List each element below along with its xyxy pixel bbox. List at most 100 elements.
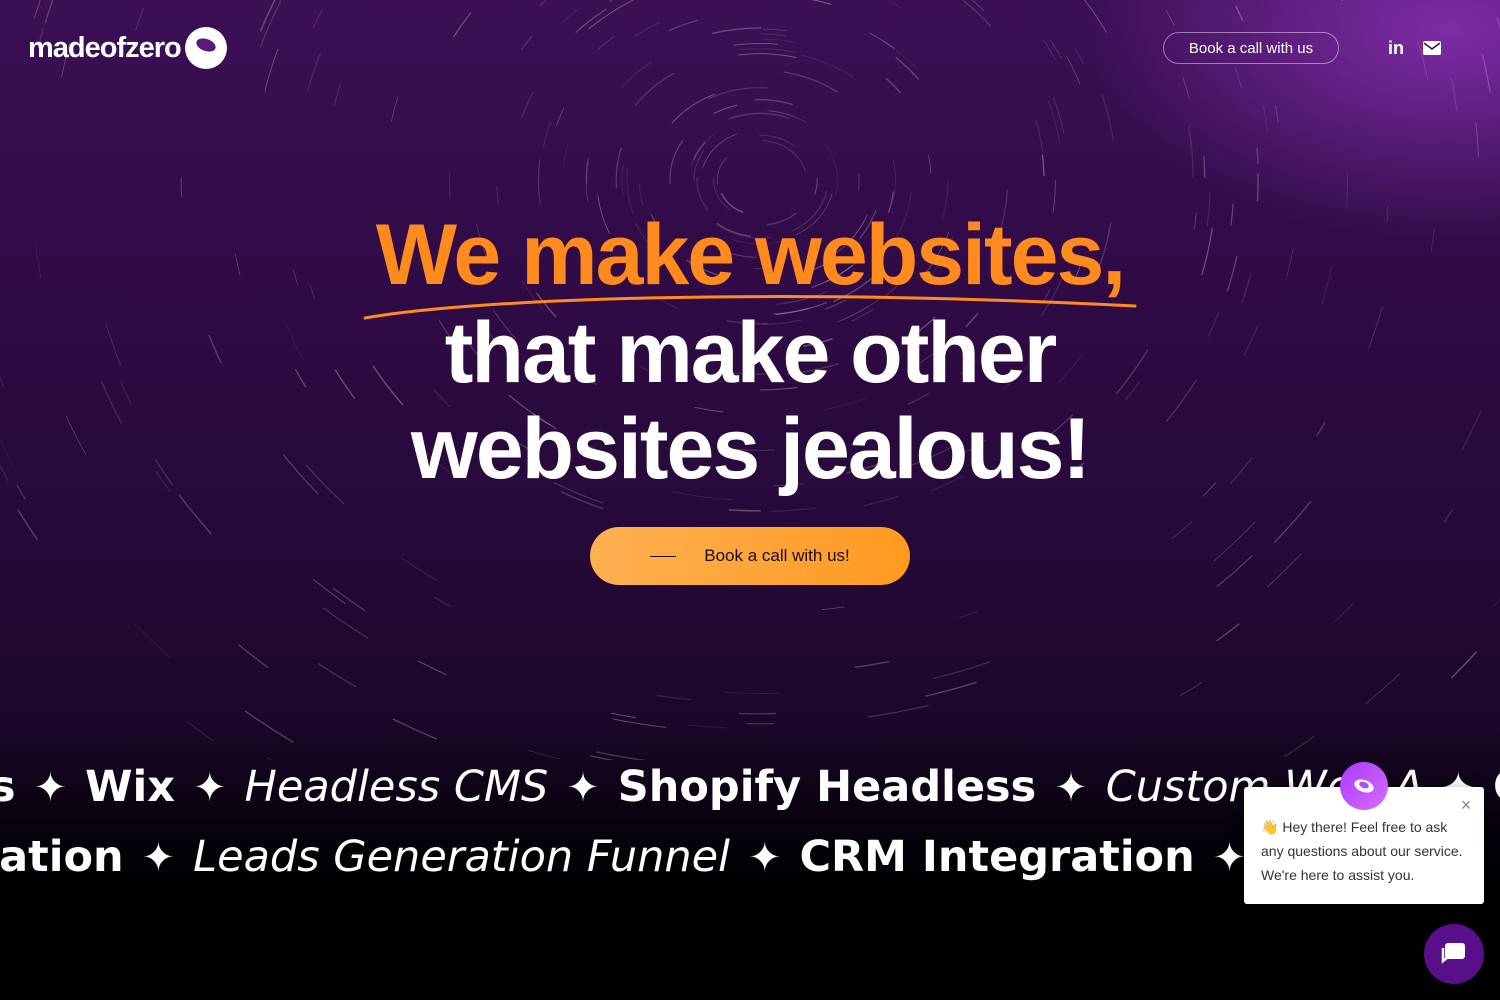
star-trail xyxy=(713,104,738,114)
star-trail xyxy=(895,56,920,80)
star-trail xyxy=(1042,39,1056,60)
star-trail xyxy=(1180,682,1202,696)
star-trail xyxy=(333,587,366,612)
marquee-item: s xyxy=(0,762,16,812)
star-trail xyxy=(814,178,818,195)
star-trail xyxy=(1074,47,1084,64)
star-trail xyxy=(537,159,541,205)
star-trail xyxy=(1365,673,1401,705)
star-trail xyxy=(1283,735,1316,758)
chat-launcher-button[interactable] xyxy=(1424,924,1484,984)
star-trail xyxy=(761,38,796,43)
marquee-item: Wix xyxy=(85,762,176,812)
star-trail xyxy=(771,507,817,512)
star-trail xyxy=(17,509,38,541)
star-trail xyxy=(612,718,667,729)
marquee-item: Cu xyxy=(1493,762,1500,812)
star-trail xyxy=(925,681,977,697)
header-book-call-button[interactable]: Book a call with us xyxy=(1163,32,1339,64)
star-trail xyxy=(520,36,533,50)
star-trail xyxy=(1443,508,1454,523)
star-trail xyxy=(1041,154,1045,176)
star-trail xyxy=(555,107,565,126)
star-trail xyxy=(178,493,212,535)
star-trail xyxy=(520,91,534,119)
star-trail xyxy=(597,35,615,51)
logo-text: madeofzero xyxy=(28,31,182,64)
star-trail xyxy=(264,48,279,92)
star-trail xyxy=(1047,100,1061,144)
chat-icon xyxy=(1441,943,1465,964)
star-trail xyxy=(863,495,899,507)
marquee-item: CRM Integration xyxy=(799,832,1195,882)
star-trail xyxy=(886,0,902,9)
star-trail xyxy=(496,186,499,204)
star-trail xyxy=(259,0,276,32)
star-trail xyxy=(708,87,769,100)
hero-cta-label: Book a call with us! xyxy=(704,546,850,565)
sparkle-separator-icon: ✦ xyxy=(33,765,68,811)
star-trail xyxy=(1493,597,1500,607)
star-trail xyxy=(728,112,790,120)
star-trail xyxy=(760,33,787,37)
star-trail xyxy=(1165,9,1175,26)
star-trail xyxy=(768,110,807,123)
star-trail xyxy=(854,660,890,668)
star-trail xyxy=(306,52,322,93)
star-trail xyxy=(448,172,451,199)
star-trail xyxy=(1346,171,1348,208)
star-trail xyxy=(615,147,622,188)
star-trail xyxy=(971,0,985,11)
chat-close-icon[interactable]: × xyxy=(1457,796,1475,814)
star-trail xyxy=(739,48,796,53)
sparkle-separator-icon: ✦ xyxy=(1212,835,1247,881)
star-trail xyxy=(800,54,853,78)
star-trail xyxy=(656,694,691,701)
dash-icon xyxy=(650,555,677,557)
star-trail xyxy=(621,165,624,197)
star-trail xyxy=(1216,554,1253,588)
star-trail xyxy=(401,557,439,582)
star-trail xyxy=(44,0,54,24)
star-trail xyxy=(1256,173,1259,202)
star-trail xyxy=(1333,602,1355,624)
star-trail xyxy=(610,712,636,719)
star-trail xyxy=(312,9,323,28)
linkedin-icon[interactable]: in xyxy=(1386,38,1406,58)
marquee-item: Leads Generation Funnel xyxy=(193,832,730,882)
star-trail xyxy=(334,83,341,106)
star-trail xyxy=(1235,6,1244,21)
star-trail xyxy=(1171,520,1193,540)
star-trail xyxy=(1182,77,1190,100)
star-trail xyxy=(728,509,761,512)
star-trail xyxy=(857,173,860,190)
logo[interactable]: madeofzero xyxy=(28,26,227,70)
star-trail xyxy=(620,61,653,89)
star-trail xyxy=(668,19,699,32)
star-trail xyxy=(528,749,560,760)
star-trail xyxy=(882,40,919,71)
star-trail xyxy=(322,607,369,639)
hero-book-call-button[interactable]: Book a call with us! xyxy=(590,527,910,585)
star-trail xyxy=(1450,651,1478,679)
star-trail xyxy=(1262,104,1268,132)
mail-icon[interactable] xyxy=(1422,38,1442,58)
star-trail xyxy=(317,663,357,688)
star-trail xyxy=(1450,77,1458,112)
star-trail xyxy=(539,0,548,6)
chat-avatar xyxy=(1340,762,1388,810)
star-trail xyxy=(452,12,472,38)
star-trail xyxy=(1213,521,1256,562)
star-trail xyxy=(237,644,269,669)
star-trail xyxy=(1256,147,1259,164)
star-trail xyxy=(634,72,675,107)
star-trail xyxy=(133,622,171,658)
marquee-item: Shopify Headless xyxy=(617,762,1037,812)
star-trail xyxy=(563,144,568,170)
wave-emoji: 👋 xyxy=(1261,819,1279,835)
star-trail xyxy=(244,710,294,743)
star-trail xyxy=(634,21,661,37)
star-trail xyxy=(1066,56,1081,85)
logo-mark-icon xyxy=(184,27,227,69)
star-trail xyxy=(811,0,832,5)
